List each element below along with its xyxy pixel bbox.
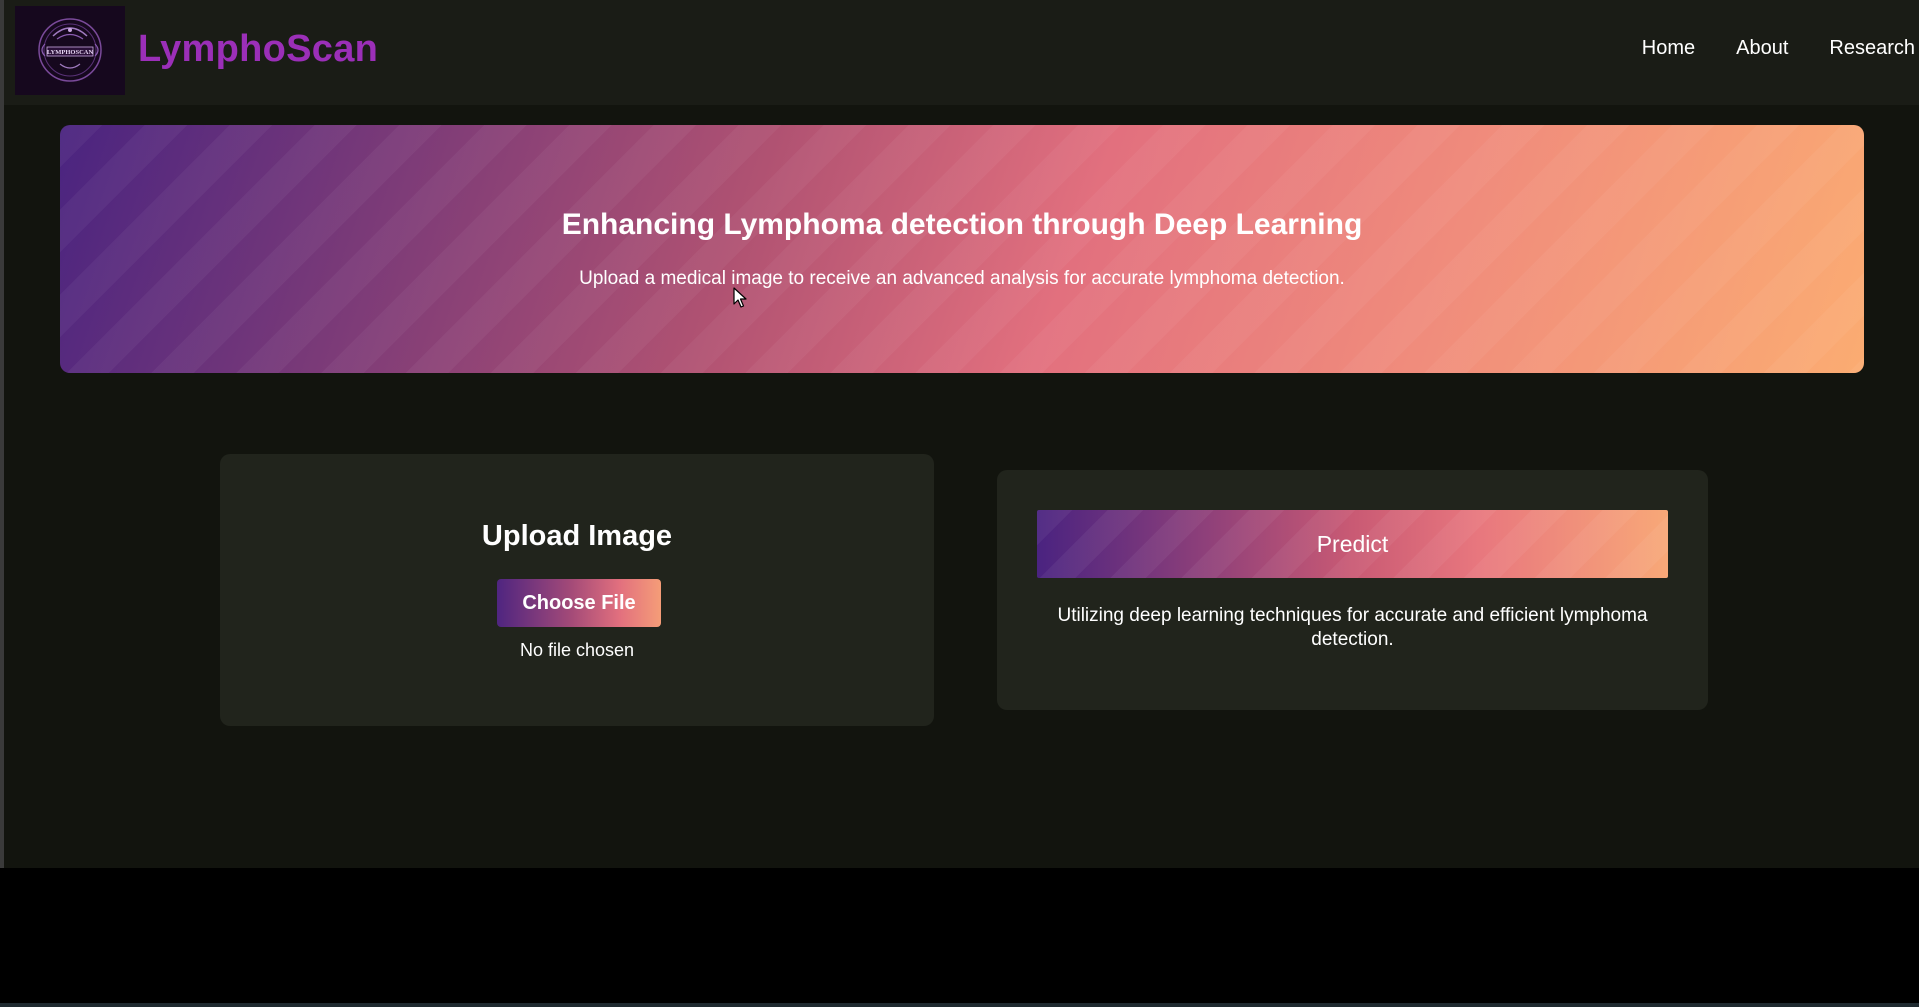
navbar: LYMPHOSCAN LymphoScan Home About Researc… — [4, 0, 1919, 105]
lymphoscan-logo[interactable]: LYMPHOSCAN — [15, 6, 125, 95]
nav-menu: Home About Research — [1642, 37, 1915, 60]
nav-link-research[interactable]: Research — [1829, 37, 1915, 60]
app-window: LYMPHOSCAN LymphoScan Home About Researc… — [0, 0, 1919, 868]
logo-emblem-icon: LYMPHOSCAN — [38, 18, 102, 82]
logo-text: LYMPHOSCAN — [47, 49, 94, 56]
upload-card: Upload Image Choose File No file chosen — [220, 454, 934, 726]
choose-file-button[interactable]: Choose File — [497, 579, 661, 627]
hero-subtitle: Upload a medical image to receive an adv… — [579, 268, 1345, 289]
hero-banner: Enhancing Lymphoma detection through Dee… — [60, 125, 1864, 373]
file-status: No file chosen — [519, 640, 635, 660]
hero-title: Enhancing Lymphoma detection through Dee… — [561, 208, 1363, 241]
brand-title[interactable]: LymphoScan — [138, 28, 378, 71]
nav-link-home[interactable]: Home — [1642, 37, 1695, 60]
upload-title: Upload Image — [481, 520, 673, 552]
predict-card: Predict Utilizing deep learning techniqu… — [997, 470, 1708, 710]
predict-description: Utilizing deep learning techniques for a… — [1057, 605, 1648, 650]
predict-button[interactable]: Predict — [1037, 510, 1668, 578]
mouse-cursor-icon — [733, 287, 747, 308]
bottom-edge — [0, 1003, 1919, 1007]
nav-link-about[interactable]: About — [1736, 37, 1788, 60]
